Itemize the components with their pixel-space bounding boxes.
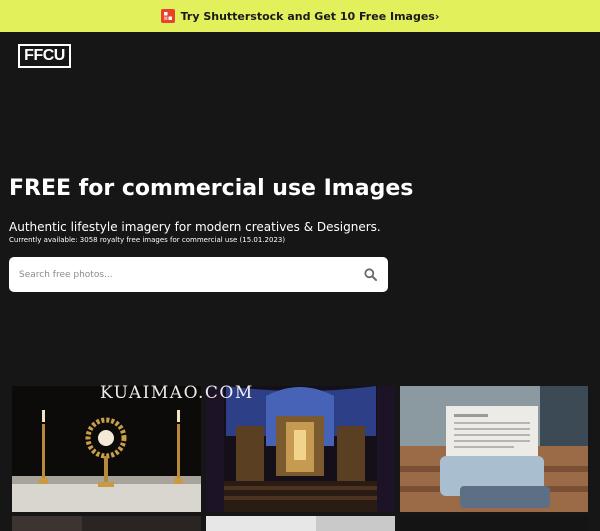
promo-banner[interactable]: Try Shutterstock and Get 10 Free Images› (0, 0, 600, 32)
hero-subtitle: Authentic lifestyle imagery for modern c… (9, 220, 381, 234)
promo-text: Try Shutterstock and Get 10 Free Images› (180, 9, 440, 23)
page-title: FREE for commercial use Images (9, 176, 414, 201)
availability-note: Currently available: 3058 royalty free i… (9, 236, 286, 244)
search-input[interactable] (19, 269, 362, 280)
photo-light-2[interactable] (206, 516, 395, 531)
photo-monstrance-altar[interactable] (12, 386, 201, 512)
search-bar (9, 257, 388, 292)
search-icon[interactable] (362, 267, 378, 283)
photo-dark-3[interactable] (400, 516, 588, 531)
photo-dark-1[interactable] (12, 516, 201, 531)
shutterstock-icon (160, 9, 175, 23)
photo-cathedral-interior[interactable] (206, 386, 395, 512)
photo-man-newspaper[interactable] (400, 386, 588, 512)
site-logo[interactable]: FFCU (18, 44, 71, 68)
